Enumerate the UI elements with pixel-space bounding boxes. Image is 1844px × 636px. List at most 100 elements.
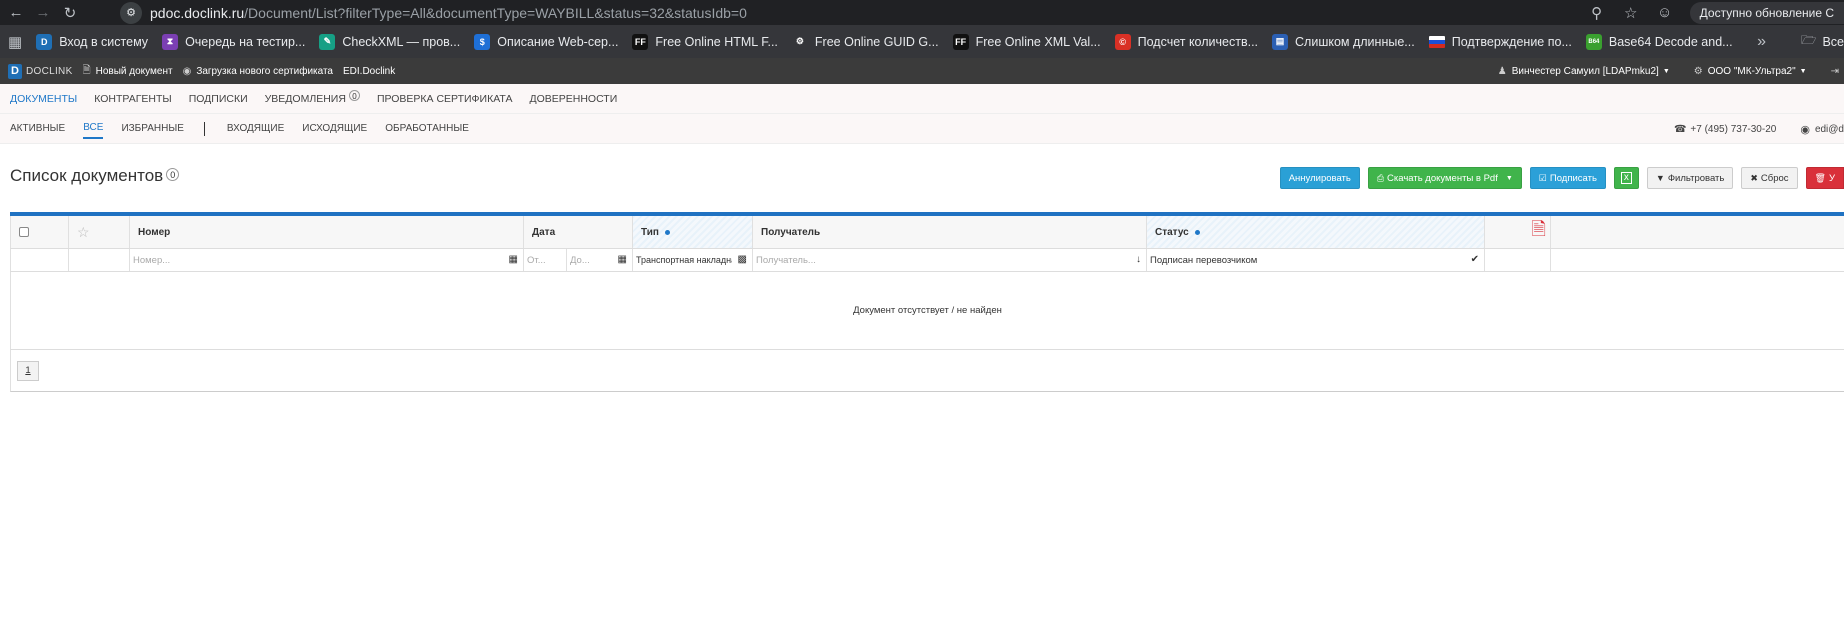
- documents-grid: ☆ Номер Дата Тип Получатель Статус 🗎 Ном…: [10, 216, 1844, 392]
- filter-label: Фильтровать: [1667, 172, 1725, 184]
- nav-item[interactable]: ПРОВЕРКА СЕРТИФИКАТА: [377, 93, 513, 105]
- bookmark-item[interactable]: D Вход в систему: [36, 33, 148, 50]
- calendar-icon[interactable]: ▦: [509, 254, 518, 265]
- bookmark-item[interactable]: Подтверждение по...: [1428, 35, 1572, 49]
- tab-item[interactable]: ИСХОДЯЩИЕ: [302, 119, 367, 138]
- nav-item[interactable]: ПОДПИСКИ: [189, 93, 248, 105]
- user-menu[interactable]: ♟ Винчестер Самуил [LDAPmku2] ▼: [1498, 66, 1670, 77]
- doclink-logo-icon: D: [8, 63, 22, 79]
- more-bookmarks-icon[interactable]: »: [1757, 25, 1766, 58]
- date-from-placeholder: От...: [527, 254, 546, 266]
- column-number[interactable]: Номер: [130, 216, 524, 248]
- doclink-logo[interactable]: D DOCLINK: [8, 63, 73, 79]
- reload-icon[interactable]: ↻: [59, 2, 81, 24]
- new-document-link[interactable]: 🗎 Новый документ: [83, 63, 173, 80]
- recipient-filter-input[interactable]: Получатель... ↓: [753, 249, 1147, 271]
- logout-icon[interactable]: ⇥: [1831, 66, 1844, 77]
- bookmark-label: Очередь на тестир...: [185, 34, 306, 49]
- bookmark-item[interactable]: $ Описание Web-сер...: [474, 33, 618, 50]
- bookmark-item[interactable]: © Подсчет количеств...: [1114, 33, 1259, 50]
- reset-button[interactable]: ✖ Сброс: [1741, 167, 1798, 189]
- update-available-button[interactable]: Доступно обновление С: [1689, 1, 1844, 24]
- column-number-label: Номер: [138, 226, 171, 238]
- sign-button[interactable]: ☑ Подписать: [1529, 167, 1606, 189]
- new-document-label: Новый документ: [95, 65, 173, 77]
- email-icon: ◉: [1800, 123, 1810, 136]
- profile-icon[interactable]: ☺: [1648, 4, 1682, 21]
- page-button[interactable]: 1: [17, 360, 39, 381]
- bookmark-item[interactable]: ✎ CheckXML — пров...: [319, 33, 460, 50]
- type-filter-value: Транспортная накладная: [636, 255, 732, 265]
- document-count-badge: 0: [166, 167, 180, 181]
- back-arrow-icon[interactable]: ←: [5, 2, 27, 24]
- bookmark-item[interactable]: ⚙ Free Online GUID G...: [791, 33, 939, 50]
- url-host: pdoc.doclink.ru: [150, 4, 245, 21]
- phone-label: +7 (495) 737-30-20: [1690, 123, 1777, 135]
- bookmark-label: Подсчет количеств...: [1137, 34, 1259, 49]
- bookmark-item[interactable]: ⧗ Очередь на тестир...: [162, 33, 306, 50]
- column-date[interactable]: Дата: [524, 216, 633, 248]
- nav-item-label: ДОВЕРЕННОСТИ: [529, 92, 618, 105]
- tab-item[interactable]: АКТИВНЫЕ: [10, 119, 65, 138]
- nav-item[interactable]: ДОКУМЕНТЫ: [10, 93, 77, 105]
- star-icon[interactable]: ☆: [77, 224, 90, 241]
- folder-icon: 🗁: [1800, 33, 1817, 47]
- download-pdf-button[interactable]: ⎙ Скачать документы в Pdf ▼: [1367, 167, 1522, 189]
- all-bookmarks-label: Все: [1822, 34, 1844, 49]
- apps-grid-icon[interactable]: ▦: [8, 33, 22, 51]
- column-type[interactable]: Тип: [633, 216, 753, 248]
- number-filter-input[interactable]: Номер... ▦: [130, 249, 524, 271]
- forward-arrow-icon[interactable]: →: [32, 2, 54, 24]
- bookmark-item[interactable]: FF Free Online HTML F...: [632, 33, 778, 50]
- nav-item[interactable]: УВЕДОМЛЕНИЯ 0: [265, 90, 360, 105]
- bookmark-item[interactable]: B64 Base64 Decode and...: [1585, 33, 1733, 50]
- empty-message-row: Документ отсутствует / не найден: [10, 272, 1844, 350]
- calendar-icon[interactable]: ▦: [618, 254, 627, 265]
- tab-item[interactable]: ВХОДЯЩИЕ: [227, 119, 284, 138]
- all-bookmarks-folder[interactable]: 🗁 Все: [1801, 25, 1844, 58]
- favorite-header: ☆: [69, 216, 130, 248]
- select-all-checkbox[interactable]: [19, 227, 29, 237]
- annul-button[interactable]: Аннулировать: [1279, 167, 1360, 189]
- filter-icon: ▼: [1655, 173, 1665, 183]
- nav-item[interactable]: ДОВЕРЕННОСТИ: [529, 93, 617, 105]
- tab-item[interactable]: ИЗБРАННЫЕ: [121, 119, 183, 138]
- support-email[interactable]: ◉ edi@d: [1800, 123, 1844, 136]
- bookmark-item[interactable]: FF Free Online XML Val...: [952, 33, 1101, 50]
- filter-button[interactable]: ▼ Фильтровать: [1646, 167, 1734, 189]
- dollar-icon: $: [474, 33, 491, 50]
- site-settings-icon[interactable]: ⚙: [120, 1, 142, 24]
- edi-doclink-link[interactable]: EDI.Doclink: [343, 66, 395, 77]
- zoom-icon[interactable]: ⚲: [1580, 4, 1614, 22]
- export-excel-button[interactable]: x: [1613, 167, 1639, 189]
- arrow-down-icon[interactable]: ↓: [1136, 254, 1141, 265]
- address-bar[interactable]: ⚙ pdoc.doclink.ru/Document/List?filterTy…: [120, 0, 747, 25]
- russia-flag-icon: [1428, 35, 1445, 48]
- bookmark-item[interactable]: ▤ Слишком длинные...: [1272, 33, 1415, 50]
- checkmark-icon[interactable]: ✔: [1471, 254, 1479, 265]
- caret-down-icon: ▼: [1662, 67, 1670, 75]
- upload-certificate-link[interactable]: ◉ Загрузка нового сертификата: [183, 66, 333, 77]
- type-filter-select[interactable]: Транспортная накладная ▩: [633, 249, 753, 271]
- page-title: Список документов 0: [10, 166, 180, 186]
- copyright-icon: ©: [1114, 33, 1131, 50]
- pdf-header: 🗎: [1485, 216, 1551, 248]
- tab-item[interactable]: ВСЕ: [83, 118, 104, 139]
- logo-text: DOCLINK: [26, 65, 73, 77]
- date-to-input[interactable]: До... ▦: [567, 249, 633, 271]
- user-icon: ♟: [1497, 65, 1507, 77]
- pdf-icon[interactable]: 🗎: [1532, 217, 1546, 247]
- url-path: /Document/List?filterType=All&documentTy…: [244, 4, 747, 21]
- column-recipient[interactable]: Получатель: [753, 216, 1147, 248]
- date-from-input[interactable]: От...: [524, 249, 567, 271]
- tab-item[interactable]: ОБРАБОТАННЫЕ: [385, 119, 469, 138]
- column-status[interactable]: Статус: [1147, 216, 1485, 248]
- organization-menu[interactable]: ⚙ ООО "МК-Ультра2" ▼: [1694, 66, 1807, 77]
- bookmark-star-icon[interactable]: ☆: [1614, 4, 1648, 22]
- number-filter-placeholder: Номер...: [133, 254, 171, 266]
- briefcase-icon[interactable]: ▩: [738, 254, 747, 265]
- delete-button[interactable]: 🗑 У: [1805, 167, 1844, 189]
- ff-icon: FF: [952, 33, 969, 50]
- nav-item[interactable]: КОНТРАГЕНТЫ: [94, 93, 171, 105]
- status-filter-select[interactable]: Подписан перевозчиком ✔: [1147, 249, 1485, 271]
